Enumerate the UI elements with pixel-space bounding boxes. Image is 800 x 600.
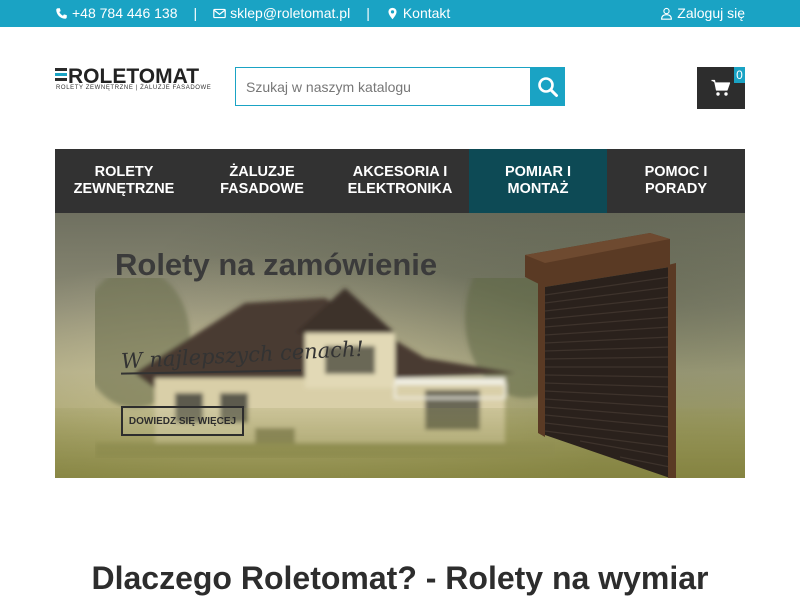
phone-icon <box>56 7 67 19</box>
email-link[interactable]: sklep@roletomat.pl <box>213 5 350 21</box>
user-icon <box>661 7 673 20</box>
contact-label: Kontakt <box>402 5 451 21</box>
search-input[interactable] <box>236 68 531 105</box>
section-heading: Dlaczego Roletomat? - Rolety na wymiar <box>91 560 709 596</box>
envelope-icon <box>213 8 226 18</box>
cart-count-badge: 0 <box>734 67 745 83</box>
login-label: Zaloguj się <box>677 5 745 21</box>
search-button[interactable] <box>530 67 565 106</box>
cart-button[interactable]: 0 <box>697 67 745 109</box>
logo[interactable]: ROLETOMAT ROLETY ZEWNĘTRZNE | ŻALUZJE FA… <box>55 65 211 95</box>
nav-item-zaluzje-fasadowe[interactable]: ŻALUZJE FASADOWE <box>193 149 331 213</box>
roller-shutter-image <box>525 233 676 478</box>
nav-item-rolety-zewnetrzne[interactable]: ROLETY ZEWNĘTRZNE <box>55 149 193 213</box>
separator: | <box>193 5 198 21</box>
top-bar: +48 784 446 138 | sklep@roletomat.pl | K… <box>0 0 800 27</box>
hero-title: Rolety na zamówienie <box>115 247 438 282</box>
phone-link[interactable]: +48 784 446 138 <box>55 5 178 21</box>
nav-item-akcesoria-elektronika[interactable]: AKCESORIA I ELEKTRONIKA <box>331 149 469 213</box>
nav-item-pomoc-porady[interactable]: POMOC I PORADY <box>607 149 745 213</box>
map-marker-icon <box>388 7 397 19</box>
search-icon <box>537 76 558 97</box>
contact-info: +48 784 446 138 | sklep@roletomat.pl | K… <box>55 5 450 21</box>
hero-banner[interactable]: Rolety na zamówienie W najlepszych cenac… <box>55 213 745 478</box>
email-address: sklep@roletomat.pl <box>230 5 351 21</box>
learn-more-button[interactable]: DOWIEDZ SIĘ WIĘCEJ <box>121 406 244 436</box>
logo-tagline: ROLETY ZEWNĘTRZNE | ŻALUZJE FASADOWE <box>56 85 212 91</box>
main-nav: ROLETY ZEWNĘTRZNE ŻALUZJE FASADOWE AKCES… <box>55 149 745 213</box>
search-bar <box>235 67 565 106</box>
nav-item-pomiar-montaz[interactable]: POMIAR I MONTAŻ <box>469 149 607 213</box>
phone-number: +48 784 446 138 <box>72 5 178 21</box>
separator: | <box>366 5 370 21</box>
login-link[interactable]: Zaloguj się <box>660 5 745 21</box>
logo-mark <box>55 68 67 82</box>
contact-link[interactable]: Kontakt <box>386 5 450 21</box>
cart-icon <box>711 79 731 96</box>
